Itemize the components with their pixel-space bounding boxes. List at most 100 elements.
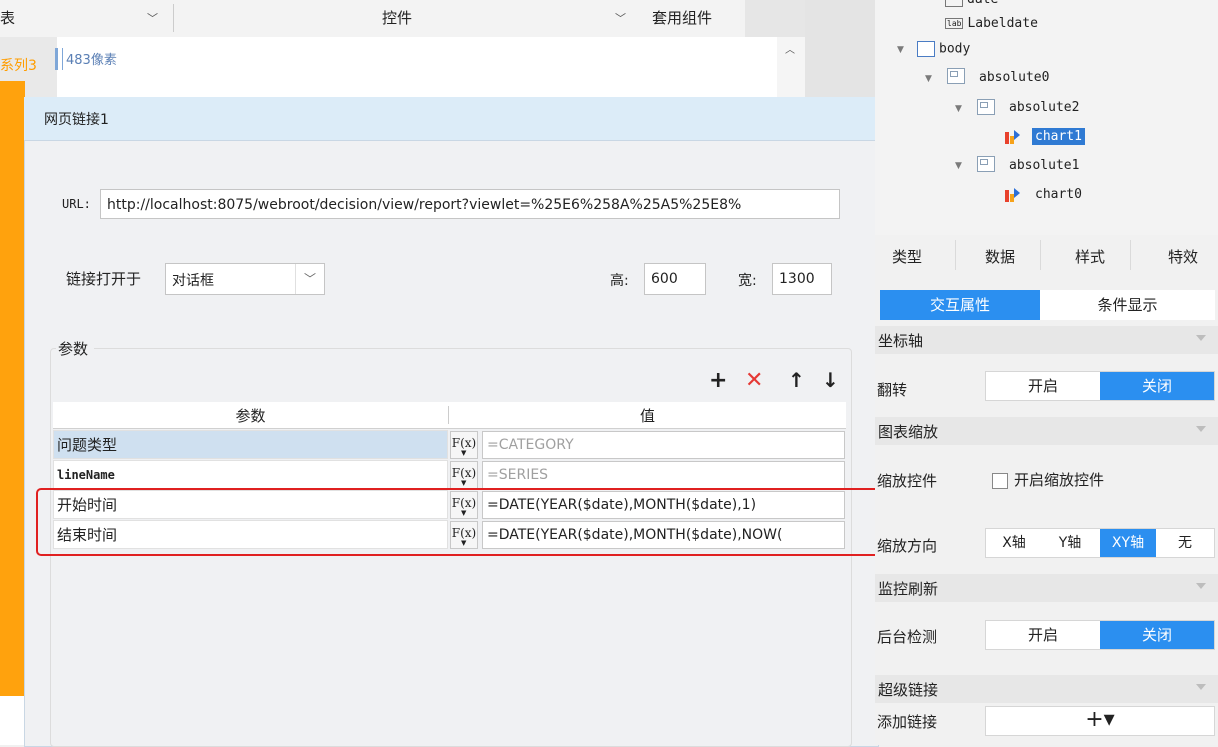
chevron-down-icon[interactable]: ﹀ [295,264,324,294]
formula-label: F(x) [451,466,477,480]
chevron-down-icon[interactable]: ﹀ [147,0,158,37]
tree-node-chart1[interactable]: chart1 [1032,128,1085,145]
formula-button[interactable]: F(x) ▼ [450,461,478,489]
zoom-control-checkbox-label: 开启缩放控件 [1014,471,1105,489]
widget-tree: date labLabeldate ▼ body ▼ absolute0 ▼ a… [875,0,1218,235]
section-monitor-refresh[interactable]: 监控刷新 [875,574,1218,602]
tree-node-body[interactable]: body [917,41,970,57]
divider [1040,240,1041,270]
canvas-edge [0,696,25,745]
open-in-value: 对话框 [172,273,214,289]
tree-node-absolute2[interactable]: absolute2 [1009,100,1079,115]
move-up-button[interactable]: ↑ [788,368,805,392]
height-input[interactable]: 600 [644,263,706,295]
url-input[interactable]: http://localhost:8075/webroot/decision/v… [100,189,840,219]
label-icon: lab [945,18,964,29]
highlight-annotation-box [36,488,928,556]
section-chart-zoom[interactable]: 图表缩放 [875,417,1218,445]
scroll-up-icon[interactable]: ︿ [785,41,795,56]
collapse-icon [1196,335,1206,341]
expand-triangle-icon[interactable]: ▼ [925,74,932,84]
expand-triangle-icon[interactable]: ▼ [955,104,962,114]
tree-node-absolute1[interactable]: absolute1 [1009,158,1079,173]
add-param-button[interactable]: + [709,368,727,393]
zoom-control-checkbox[interactable] [992,473,1008,489]
open-in-select[interactable]: 对话框 ﹀ [165,263,325,295]
subtab-condition-display[interactable]: 条件显示 [1040,290,1215,320]
chart-icon [1005,188,1020,202]
collapse-icon [1196,426,1206,432]
dropdown-icon: ▼ [461,449,467,457]
flip-toggle[interactable]: 开启 关闭 [985,371,1215,401]
ruler-marker[interactable] [55,48,63,70]
canvas-area [57,37,787,97]
dialog-title-bar: 网页链接1 [24,97,877,141]
tab-type[interactable]: 类型 [892,246,922,267]
toggle-off[interactable]: 关闭 [1100,621,1214,649]
delete-param-button[interactable]: ✕ [745,368,763,393]
table-row[interactable]: 问题类型 F(x) ▼ =CATEGORY [53,430,846,460]
zoom-dir-x[interactable]: X轴 [986,529,1042,557]
series-label: 系列3 [0,58,37,74]
tree-node-labeldate[interactable]: lab Labeldate [945,16,1038,31]
move-down-button[interactable]: ↓ [822,368,839,392]
tab-effects[interactable]: 特效 [1168,246,1198,267]
section-title: 图表缩放 [878,423,939,441]
toggle-off[interactable]: 关闭 [1100,372,1214,400]
widget-tab[interactable]: 控件 [382,0,412,37]
toggle-on[interactable]: 开启 [986,372,1100,400]
body-icon [917,41,935,57]
expand-triangle-icon[interactable]: ▼ [955,161,962,171]
open-in-label: 链接打开于 [66,270,142,288]
layout-icon [977,156,995,172]
section-title: 坐标轴 [878,332,924,350]
param-value-input[interactable]: =CATEGORY [482,431,845,459]
formula-label: F(x) [451,436,477,450]
tree-node-date[interactable]: date [945,0,998,7]
param-value-input[interactable]: =SERIES [482,461,845,489]
param-name[interactable]: lineName [53,460,448,489]
zoom-dir-y[interactable]: Y轴 [1042,529,1098,557]
add-link-label: 添加链接 [877,713,938,731]
chart-bar-preview [0,81,25,696]
width-input[interactable]: 1300 [772,263,832,295]
date-icon [945,0,963,7]
toolbar-spacer [745,0,805,37]
vertical-scrollbar[interactable]: ︿ [777,37,805,97]
section-axis[interactable]: 坐标轴 [875,326,1218,354]
zoom-dir-none[interactable]: 无 [1156,529,1214,557]
zoom-control-label: 缩放控件 [877,472,938,490]
params-group-title: 参数 [56,338,95,359]
height-label: 高: [610,273,629,289]
expand-triangle-icon[interactable]: ▼ [897,45,904,55]
table-row[interactable]: lineName F(x) ▼ =SERIES [53,460,846,490]
tab-data[interactable]: 数据 [985,246,1015,267]
column-header-param: 参数 [235,407,266,425]
toggle-on[interactable]: 开启 [986,621,1100,649]
url-label: URL: [62,197,91,211]
divider [173,4,174,32]
chevron-down-icon[interactable]: ﹀ [615,0,626,37]
template-component-tab[interactable]: 套用组件 [652,0,712,37]
backend-check-toggle[interactable]: 开启 关闭 [985,620,1215,650]
tree-node-chart0[interactable]: chart0 [1035,187,1082,202]
zoom-direction-label: 缩放方向 [877,537,938,555]
layout-icon [947,68,965,84]
section-hyperlink[interactable]: 超级链接 [875,675,1218,703]
zoom-direction-selector[interactable]: X轴 Y轴 XY轴 无 [985,528,1215,558]
dropdown-icon: ▼ [461,479,467,487]
param-name[interactable]: 问题类型 [53,430,448,459]
formula-button[interactable]: F(x) ▼ [450,431,478,459]
add-link-button[interactable]: +▾ [985,706,1215,736]
tab-style[interactable]: 样式 [1075,246,1105,267]
table-header: 参数 值 [53,402,846,429]
subtab-interaction[interactable]: 交互属性 [880,290,1040,320]
zoom-dir-xy[interactable]: XY轴 [1100,529,1156,557]
tree-node-absolute0[interactable]: absolute0 [979,70,1049,85]
dialog-title: 网页链接1 [44,112,109,128]
tree-node-label: date [967,0,998,7]
collapse-icon [1196,684,1206,690]
width-label: 宽: [738,273,757,289]
tree-node-label: Labeldate [967,16,1038,31]
tree-node-label: body [939,41,971,57]
